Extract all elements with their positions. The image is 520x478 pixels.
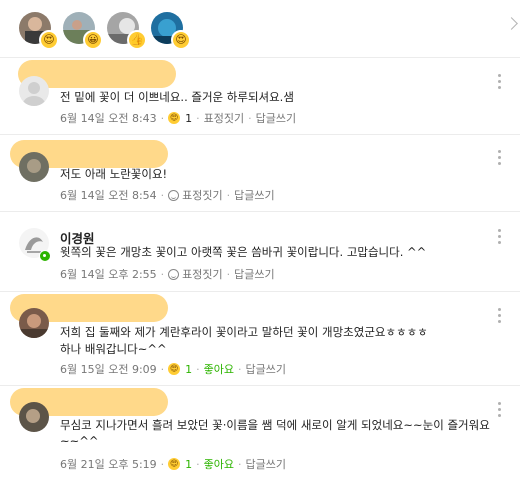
grin-emoji-icon: 😀 [83,30,103,50]
heart-eyes-emoji-icon: 😍 [39,30,59,50]
comment-meta: 6월 21일 오후 5:19 · 😍 1 · 좋아요 · 답글쓰기 [60,456,286,472]
reactor-avatar-1[interactable]: 😍 [19,12,59,50]
avatar [19,76,49,106]
avatar [19,308,49,338]
separator: · [160,362,165,376]
comment-text-line-2: ~~^^ [60,434,99,448]
reaction-strip[interactable]: 😍 😀 👍 😍 [0,0,520,54]
like-button[interactable]: 좋아요 [204,456,234,472]
reply-button[interactable]: 답글쓰기 [246,361,286,377]
reply-button[interactable]: 답글쓰기 [234,266,274,282]
comment-date: 6월 14일 오후 2:55 [60,268,157,281]
comment-date: 6월 14일 오전 8:54 [60,189,157,202]
reaction-count[interactable]: 1 [185,458,192,471]
reply-button[interactable]: 답글쓰기 [256,110,296,126]
comment-item: 저도 아래 노란꽃이요! 6월 14일 오전 8:54 · 표정짓기 · 답글쓰… [0,136,520,208]
comment-text: 저도 아래 노란꽃이요! [60,167,168,181]
divider [0,211,520,212]
heart-eyes-emoji-icon: 😍 [171,30,191,50]
reactor-avatar-4[interactable]: 😍 [151,12,191,50]
heart-eyes-emoji-icon: 😍 [168,112,181,124]
separator: · [238,457,242,471]
reactor-avatar-3[interactable]: 👍 [107,12,147,50]
like-button[interactable]: 좋아요 [204,361,234,377]
comment-meta: 6월 14일 오후 2:55 · 표정짓기 · 답글쓰기 [60,266,275,282]
comment-meta: 6월 14일 오전 8:54 · 표정짓기 · 답글쓰기 [60,187,275,203]
heart-eyes-emoji-icon: 😍 [168,363,181,375]
heart-eyes-emoji-icon: 😍 [168,458,181,470]
reactor-avatar-2[interactable]: 😀 [63,12,103,50]
smile-icon [168,268,180,280]
separator: · [160,111,165,125]
comment-meta: 6월 14일 오전 8:43 · 😍 1 · 표정짓기 · 답글쓰기 [60,110,296,126]
reaction-count[interactable]: 1 [185,363,192,376]
separator: · [196,457,200,471]
separator: · [226,188,231,202]
divider [0,134,520,135]
more-options-icon[interactable] [498,74,502,92]
comment-text: 윗쪽의 꽃은 개망초 꽃이고 아랫쪽 꽃은 씀바귀 꽃이랍니다. 고맙습니다. … [60,245,427,259]
react-button[interactable]: 표정짓기 [182,187,222,203]
comment-date: 6월 21일 오후 5:19 [60,458,157,471]
more-options-icon[interactable] [498,308,502,326]
separator: · [160,267,165,281]
separator: · [248,111,252,125]
separator: · [196,362,200,376]
comment-text-line-2: 하나 배워갑니다~^^ [60,342,167,356]
comment-item: 전 밑에 꽃이 더 이쁘네요.. 즐거운 하루되셔요.샘 6월 14일 오전 8… [0,58,520,130]
reaction-count[interactable]: 1 [185,112,192,125]
reply-button[interactable]: 답글쓰기 [246,456,286,472]
comment-meta: 6월 15일 오전 9:09 · 😍 1 · 좋아요 · 답글쓰기 [60,361,286,377]
comment-item: 저희 집 둘째와 제가 계란후라이 꽃이라고 말하던 꽃이 개망초였군요ㅎㅎㅎㅎ… [0,292,520,380]
more-options-icon[interactable] [498,150,502,168]
more-options-icon[interactable] [498,229,502,247]
react-button[interactable]: 표정짓기 [204,110,244,126]
more-options-icon[interactable] [498,402,502,420]
separator: · [238,362,242,376]
separator: · [196,111,200,125]
separator: · [160,457,165,471]
comment-item: 이경원 윗쪽의 꽃은 개망초 꽃이고 아랫쪽 꽃은 씀바귀 꽃이랍니다. 고맙습… [0,213,520,289]
separator: · [226,267,231,281]
comment-text-line-1: 저희 집 둘째와 제가 계란후라이 꽃이라고 말하던 꽃이 개망초였군요ㅎㅎㅎㅎ [60,325,428,339]
thumbs-emoji-icon: 👍 [127,30,147,50]
comment-text: 전 밑에 꽃이 더 이쁘네요.. 즐거운 하루되셔요.샘 [60,90,294,104]
verified-badge-icon [39,250,51,262]
chevron-right-icon[interactable] [505,17,518,30]
avatar [19,402,49,432]
comment-date: 6월 14일 오전 8:43 [60,112,157,125]
comment-item: 무심코 지나가면서 흘려 보았던 꽃·이름을 쌤 덕에 새로이 알게 되었네요~… [0,386,520,478]
react-button[interactable]: 표정짓기 [182,266,222,282]
smile-icon [168,189,180,201]
avatar [19,152,49,182]
comment-text-line-1: 무심코 지나가면서 흘려 보았던 꽃·이름을 쌤 덕에 새로이 알게 되었네요~… [60,418,490,432]
separator: · [160,188,165,202]
reply-button[interactable]: 답글쓰기 [234,187,274,203]
comment-date: 6월 15일 오전 9:09 [60,363,157,376]
